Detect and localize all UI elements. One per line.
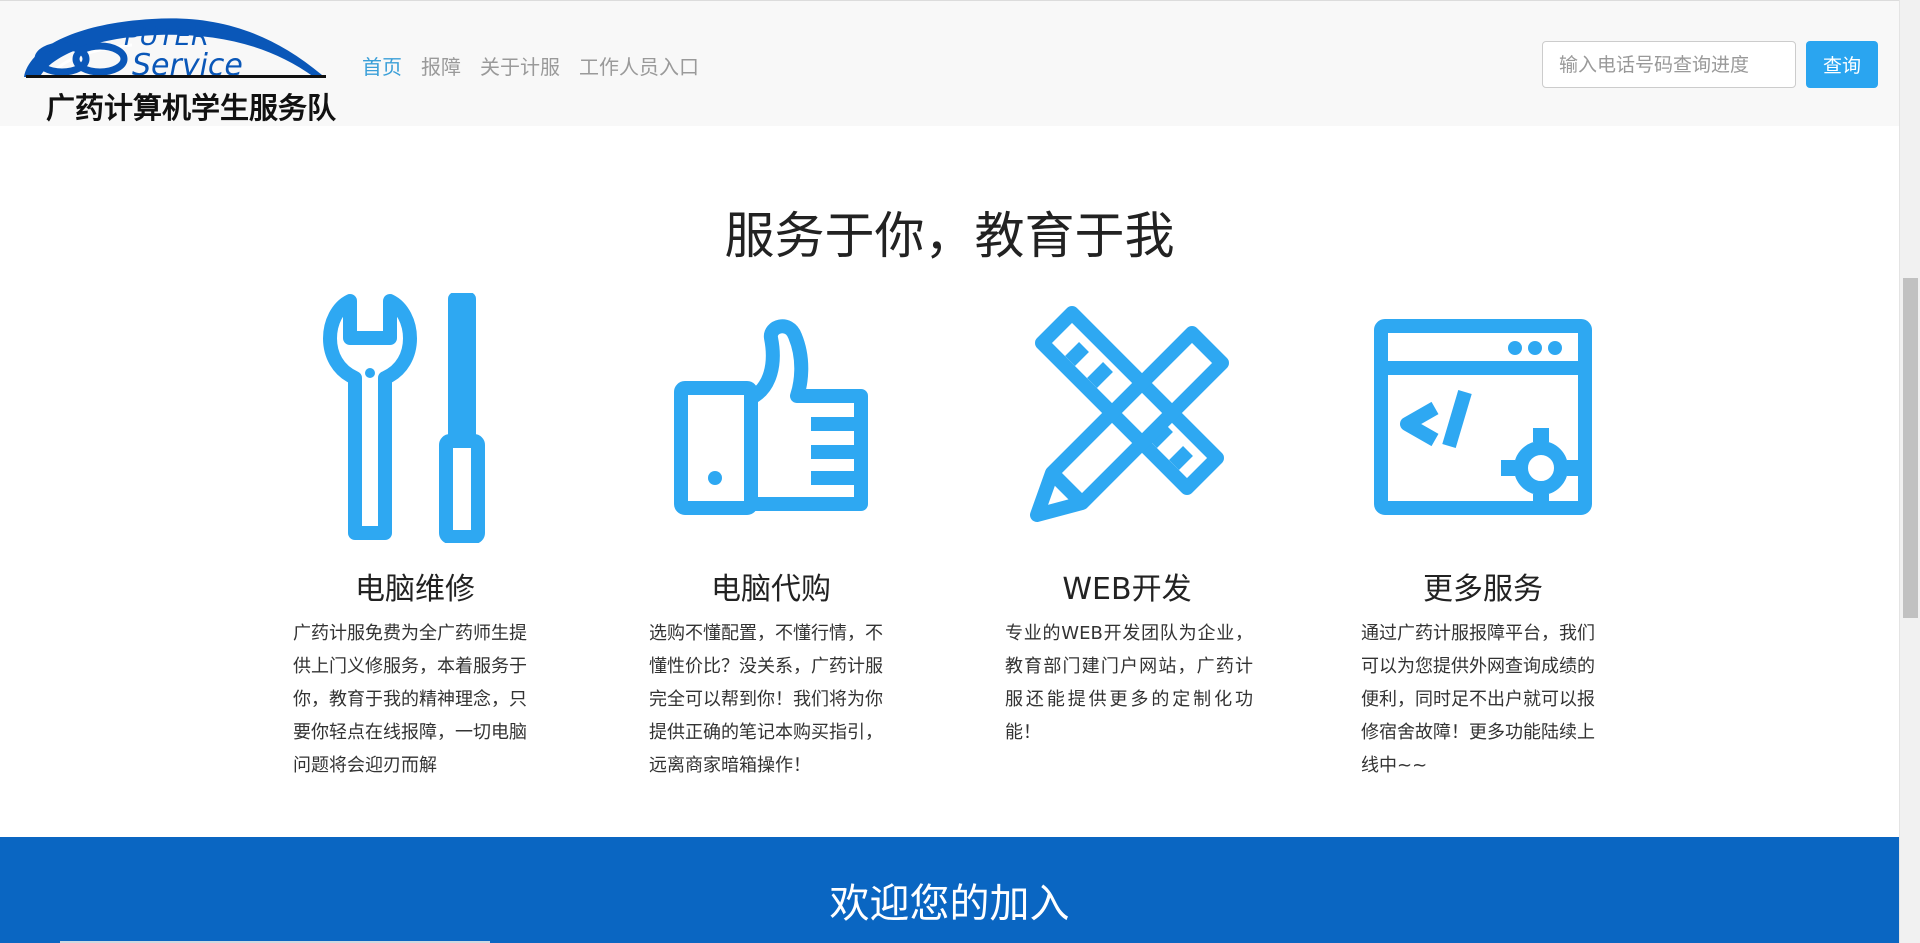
feature-web: WEB开发 专业的WEB开发团队为企业，教育部门建门户网站，广药计服还能提供更多… [1002,290,1253,743]
nav-link-report[interactable]: 报障 [421,51,461,80]
feature-title: 更多服务 [1423,572,1543,607]
feature-repair: 电脑维修 广药计服免费为全广药师生提供上门义修服务，本着服务于你，教育于我的精神… [290,290,540,776]
navbar: PUTER Service 广药计算机学生服务队 首页 报障 关于计服 工作人员… [0,0,1899,126]
nav-link-about[interactable]: 关于计服 [480,51,560,80]
feature-desc: 专业的WEB开发团队为企业，教育部门建门户网站，广药计服还能提供更多的定制化功能… [1005,623,1253,743]
join-band: 欢迎您的加入 [0,837,1899,943]
main-viewport: PUTER Service 广药计算机学生服务队 首页 报障 关于计服 工作人员… [0,0,1899,943]
nav-link-home[interactable]: 首页 [362,51,402,80]
page-title: 服务于你，教育于我 [724,207,1175,265]
feature-title: 电脑维修 [355,572,475,607]
feature-desc: 选购不懂配置，不懂行情，不懂性价比？没关系，广药计服完全可以帮到你！我们将为你提… [649,623,883,776]
page: PUTER Service 广药计算机学生服务队 首页 报障 关于计服 工作人员… [0,0,1920,943]
wrench-screwdriver-icon [323,292,485,543]
logo-cn-text: 广药计算机学生服务队 [46,91,337,125]
vertical-scrollbar[interactable] [1899,0,1920,943]
nav-links: 首页 报障 关于计服 工作人员入口 [362,51,699,80]
ruler-pencil-icon [1030,305,1229,522]
feature-title: WEB开发 [1062,572,1192,607]
thumbs-up-icon [674,318,868,515]
feature-desc: 广药计服免费为全广药师生提供上门义修服务，本着服务于你，教育于我的精神理念，只要… [293,623,527,776]
feature-title: 电脑代购 [711,572,831,607]
logo[interactable]: PUTER Service 广药计算机学生服务队 [22,15,336,125]
scrollbar-thumb[interactable] [1903,278,1918,618]
phone-search-input[interactable] [1542,41,1796,88]
join-title: 欢迎您的加入 [829,881,1070,927]
code-window-gear-icon [1374,318,1592,515]
query-button[interactable]: 查询 [1806,41,1878,88]
nav-link-staff[interactable]: 工作人员入口 [579,51,699,80]
feature-purchase: 电脑代购 选购不懂配置，不懂行情，不懂性价比？没关系，广药计服完全可以帮到你！我… [646,290,896,776]
feature-desc: 通过广药计服报障平台，我们可以为您提供外网查询成绩的便利，同时足不出户就可以报修… [1361,623,1595,776]
feature-more: 更多服务 通过广药计服报障平台，我们可以为您提供外网查询成绩的便利，同时足不出户… [1358,290,1608,776]
